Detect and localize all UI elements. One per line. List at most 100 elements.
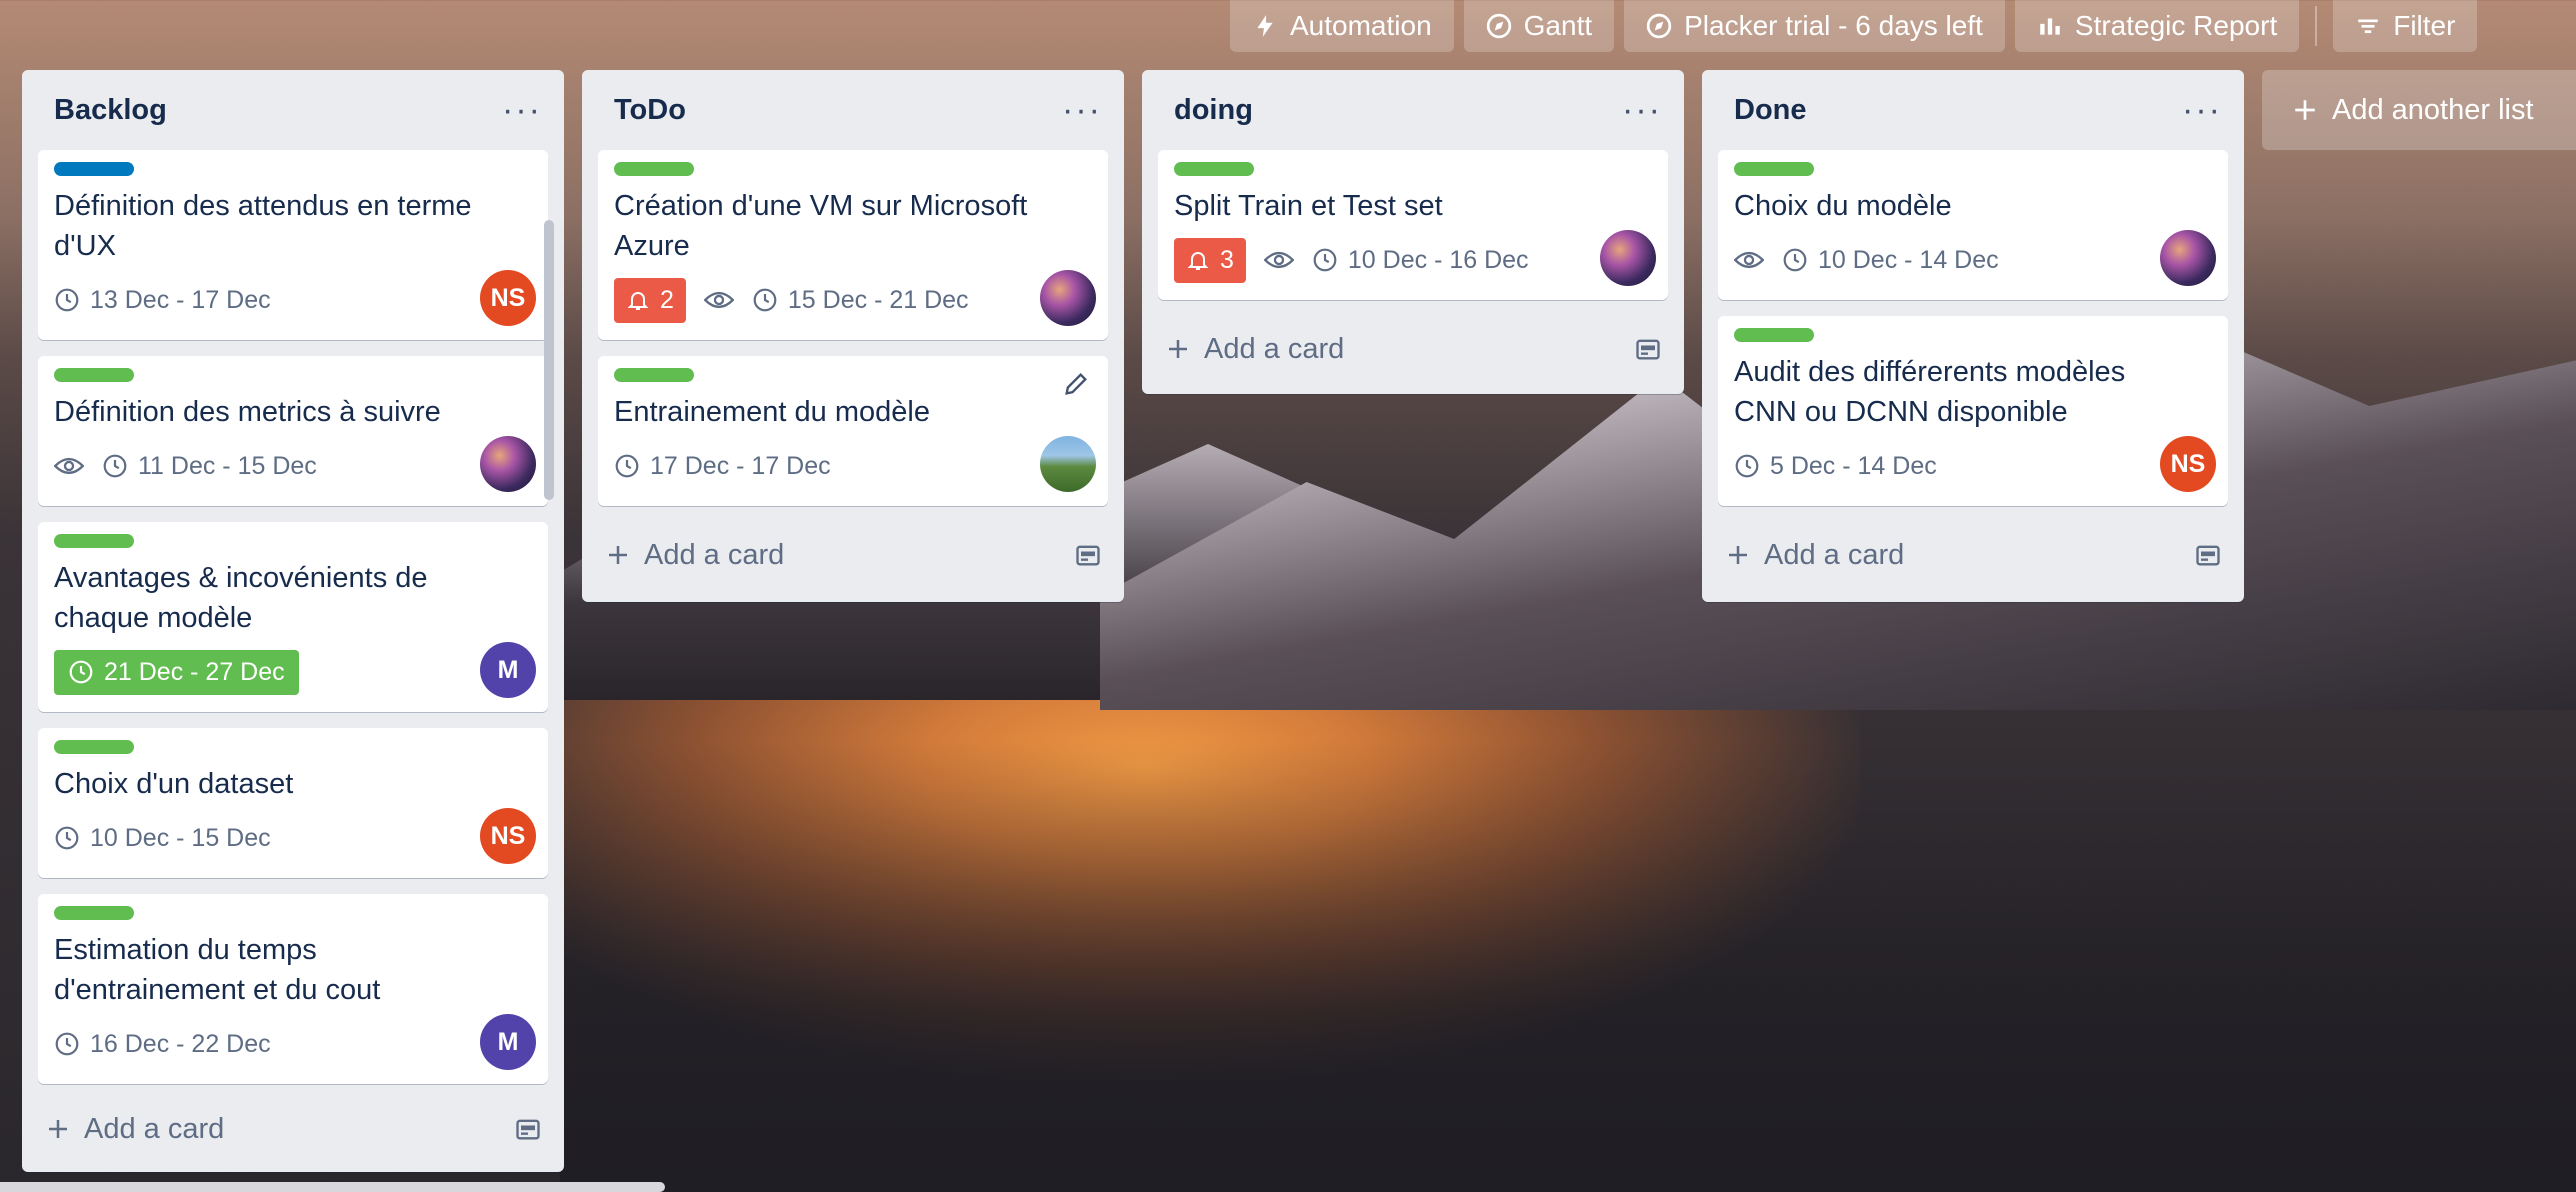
gantt-label: Gantt	[1523, 10, 1593, 41]
label-green[interactable]	[614, 162, 694, 176]
list-menu-icon[interactable]: ···	[1622, 93, 1662, 127]
due-date-badge[interactable]: 16 Dec - 22 Dec	[54, 1030, 271, 1059]
avatar-photo[interactable]	[1040, 436, 1096, 492]
card-badges: 3 10 Dec - 16 Dec	[1174, 234, 1652, 286]
clock-icon	[103, 454, 127, 478]
automation-button[interactable]: Automation	[1230, 0, 1454, 52]
card-title: Entrainement du modèle	[614, 396, 930, 428]
card-title: Avantages & incovénients de chaque modèl…	[54, 562, 428, 634]
notification-count: 3	[1220, 245, 1234, 274]
avatar-photo[interactable]	[480, 436, 536, 492]
card[interactable]: Split Train et Test set 3 10 Dec - 16 De…	[1158, 150, 1668, 300]
notification-badge[interactable]: 2	[614, 277, 686, 323]
list-header: Backlog ···	[22, 70, 564, 150]
watch-eye-icon	[703, 291, 734, 309]
clock-icon	[615, 454, 639, 478]
board-horizontal-scrollbar[interactable]	[0, 1182, 665, 1192]
card-title: Estimation du temps d'entrainement et du…	[54, 934, 381, 1006]
card[interactable]: Définition des metrics à suivre 11 Dec -…	[38, 356, 548, 506]
due-date-text: 13 Dec - 17 Dec	[90, 285, 271, 314]
card[interactable]: Création d'une VM sur Microsoft Azure 2 …	[598, 150, 1108, 340]
due-date-badge[interactable]: 10 Dec - 15 Dec	[54, 824, 271, 853]
plus-icon	[49, 1120, 67, 1138]
card-badges: 13 Dec - 17 Dec	[54, 274, 532, 326]
add-card-left: Add a card	[606, 539, 784, 572]
label-green[interactable]	[1734, 162, 1814, 176]
label-blue[interactable]	[54, 162, 134, 176]
label-green[interactable]	[1174, 162, 1254, 176]
pencil-icon[interactable]	[1062, 370, 1090, 398]
avatar[interactable]: M	[480, 1014, 536, 1070]
card[interactable]: Audit des différerents modèles CNN ou DC…	[1718, 316, 2228, 506]
list-scrollbar[interactable]	[544, 220, 554, 500]
due-date-badge[interactable]: 11 Dec - 15 Dec	[102, 452, 317, 481]
due-date-text: 11 Dec - 15 Dec	[138, 451, 317, 480]
add-card-button[interactable]: Add a card	[582, 522, 1124, 588]
placker-trial-label: Placker trial - 6 days left	[1684, 10, 1983, 41]
watch-eye-icon	[1734, 251, 1764, 269]
card-title: Définition des attendus en terme d'UX	[54, 190, 472, 262]
plus-icon	[1169, 340, 1187, 358]
template-icon[interactable]	[1074, 541, 1102, 569]
label-green[interactable]	[54, 740, 134, 754]
label-green[interactable]	[54, 534, 134, 548]
list-todo: ToDo ··· Création d'une VM sur Microsoft…	[582, 70, 1124, 602]
avatar[interactable]: NS	[480, 808, 536, 864]
due-date-text: 5 Dec - 14 Dec	[1770, 451, 1937, 480]
list-doing: doing ··· Split Train et Test set 3 10 D…	[1142, 70, 1684, 394]
gantt-button[interactable]: Gantt	[1463, 0, 1615, 52]
template-icon[interactable]	[514, 1115, 542, 1143]
avatar-photo[interactable]	[1600, 230, 1656, 286]
avatar-photo[interactable]	[1040, 270, 1096, 326]
due-date-text: 17 Dec - 17 Dec	[650, 451, 831, 480]
automation-label: Automation	[1290, 10, 1432, 41]
list-menu-icon[interactable]: ···	[2182, 93, 2222, 127]
clock-icon	[753, 288, 777, 312]
add-list-button[interactable]: Add another list	[2262, 70, 2576, 150]
avatar[interactable]: M	[480, 642, 536, 698]
clock-icon	[55, 826, 79, 850]
card[interactable]: Définition des attendus en terme d'UX 13…	[38, 150, 548, 340]
label-green[interactable]	[614, 368, 694, 382]
background-lake	[560, 740, 2576, 1192]
list-menu-icon[interactable]: ···	[502, 93, 542, 127]
placker-trial-button[interactable]: Placker trial - 6 days left	[1624, 0, 2005, 52]
label-green[interactable]	[54, 906, 134, 920]
label-green[interactable]	[1734, 328, 1814, 342]
strategic-report-button[interactable]: Strategic Report	[2014, 0, 2300, 52]
card-badges: 17 Dec - 17 Dec	[614, 440, 1092, 492]
due-date-badge[interactable]: 15 Dec - 21 Dec	[752, 286, 969, 315]
card[interactable]: Choix du modèle 10 Dec - 14 Dec	[1718, 150, 2228, 300]
avatar[interactable]: NS	[2160, 436, 2216, 492]
add-card-label: Add a card	[644, 538, 785, 571]
due-date-badge-complete[interactable]: 21 Dec - 27 Dec	[54, 649, 299, 695]
card[interactable]: Choix d'un dataset 10 Dec - 15 Dec NS	[38, 728, 548, 878]
template-icon[interactable]	[1634, 335, 1662, 363]
list-title: ToDo	[614, 93, 686, 126]
avatar-photo[interactable]	[2160, 230, 2216, 286]
add-list-label: Add another list	[2332, 93, 2534, 126]
card-badges: 11 Dec - 15 Dec	[54, 440, 532, 492]
template-icon[interactable]	[2194, 541, 2222, 569]
label-green[interactable]	[54, 368, 134, 382]
due-date-badge[interactable]: 13 Dec - 17 Dec	[54, 286, 271, 315]
card[interactable]: Estimation du temps d'entrainement et du…	[38, 894, 548, 1084]
add-card-button[interactable]: Add a card	[22, 1096, 564, 1162]
card-badges: 21 Dec - 27 Dec	[54, 646, 532, 698]
list-menu-icon[interactable]: ···	[1062, 93, 1102, 127]
due-date-text: 21 Dec - 27 Dec	[104, 657, 285, 686]
watch-eye-icon	[54, 457, 84, 475]
due-date-badge[interactable]: 10 Dec - 16 Dec	[1312, 246, 1529, 275]
card[interactable]: Avantages & incovénients de chaque modèl…	[38, 522, 548, 712]
card[interactable]: Entrainement du modèle 17 Dec - 17 Dec	[598, 356, 1108, 506]
card-title: Définition des metrics à suivre	[54, 396, 441, 428]
due-date-badge[interactable]: 10 Dec - 14 Dec	[1782, 246, 1999, 275]
filter-button[interactable]: Filter	[2333, 0, 2478, 52]
add-card-button[interactable]: Add a card	[1142, 316, 1684, 382]
add-card-button[interactable]: Add a card	[1702, 522, 2244, 588]
due-date-badge[interactable]: 17 Dec - 17 Dec	[614, 452, 831, 481]
avatar[interactable]: NS	[480, 270, 536, 326]
due-date-text: 10 Dec - 14 Dec	[1818, 245, 1999, 274]
due-date-badge[interactable]: 5 Dec - 14 Dec	[1734, 452, 1937, 481]
notification-badge[interactable]: 3	[1174, 237, 1246, 283]
